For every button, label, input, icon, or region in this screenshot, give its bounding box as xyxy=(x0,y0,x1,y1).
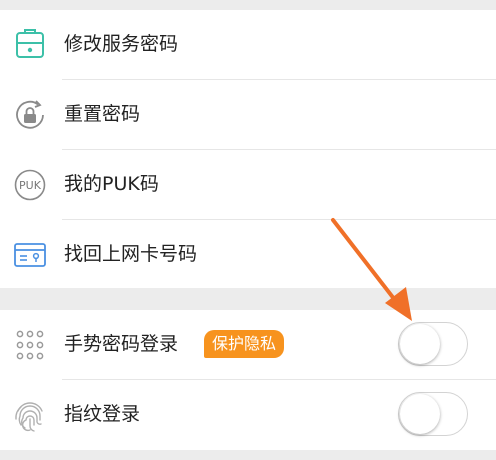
fingerprint-icon xyxy=(12,399,48,432)
top-spacer xyxy=(0,0,496,10)
gesture-login-toggle[interactable] xyxy=(398,322,468,366)
card-icon xyxy=(12,239,48,271)
login-security-group: 手势密码登录 保护隐私 指纹登录 xyxy=(0,310,496,450)
recover-card-number-label: 找回上网卡号码 xyxy=(64,243,198,265)
reset-password-item[interactable]: 重置密码 xyxy=(0,80,496,150)
puk-icon: PUK xyxy=(12,169,48,201)
reset-password-label: 重置密码 xyxy=(64,103,141,125)
my-puk-code-label: 我的PUK码 xyxy=(64,173,159,195)
puk-icon-text: PUK xyxy=(19,179,42,192)
gesture-grid-icon xyxy=(12,329,48,361)
gesture-password-login-label: 手势密码登录 xyxy=(64,333,179,355)
gesture-password-login-item: 手势密码登录 保护隐私 xyxy=(0,310,496,380)
privacy-badge: 保护隐私 xyxy=(204,330,285,358)
fingerprint-login-label: 指纹登录 xyxy=(64,403,141,425)
toggle-knob xyxy=(400,324,440,364)
my-puk-code-item[interactable]: PUK 我的PUK码 xyxy=(0,150,496,220)
bottom-spacer xyxy=(0,450,496,460)
lock-icon xyxy=(12,29,48,61)
fingerprint-login-item: 指纹登录 xyxy=(0,380,496,450)
account-settings-group: 修改服务密码 重置密码 PUK 我的PUK码 找回上网卡号码 xyxy=(0,10,496,288)
change-service-password-item[interactable]: 修改服务密码 xyxy=(0,10,496,80)
toggle-knob xyxy=(400,394,440,434)
fingerprint-login-toggle[interactable] xyxy=(398,392,468,436)
change-service-password-label: 修改服务密码 xyxy=(64,33,179,55)
recover-card-number-item[interactable]: 找回上网卡号码 xyxy=(0,220,496,290)
reset-lock-icon xyxy=(12,99,48,131)
